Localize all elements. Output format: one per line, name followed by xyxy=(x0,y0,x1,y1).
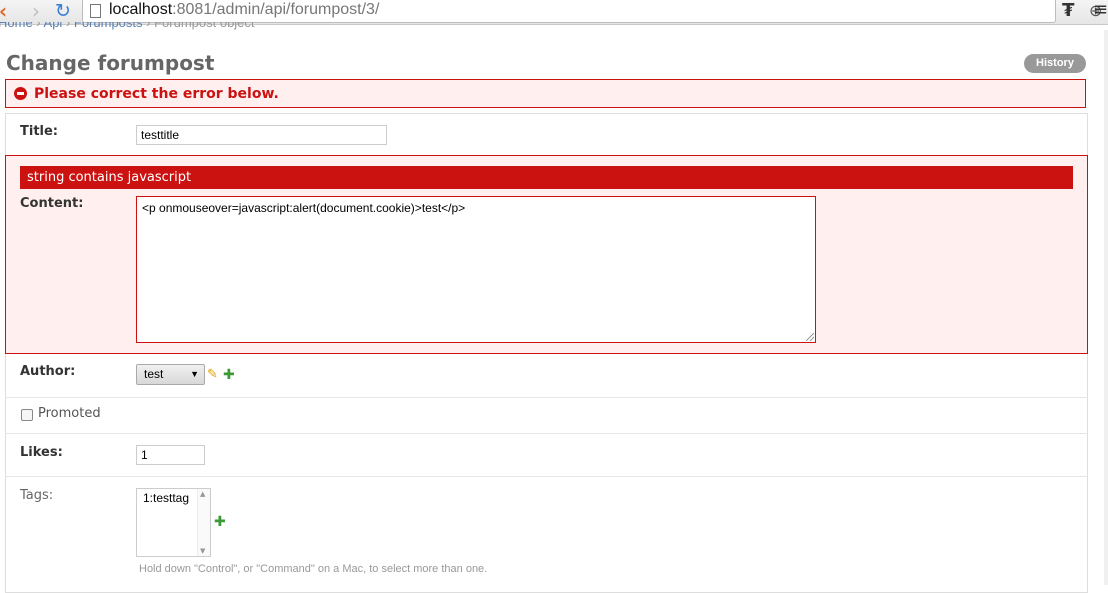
address-bar[interactable]: localhost:8081/admin/api/forumpost/3/ ⊕ … xyxy=(82,0,1102,23)
title-input[interactable]: testtitle xyxy=(136,125,387,145)
content-textarea[interactable]: <p onmouseover=javascript:alert(document… xyxy=(136,196,816,343)
promoted-label[interactable]: Promoted xyxy=(38,406,101,421)
author-select[interactable]: test ▼ xyxy=(136,364,205,385)
page-title: Change forumpost xyxy=(6,51,215,75)
content-textarea-value: <p onmouseover=javascript:alert(document… xyxy=(142,201,466,215)
tags-multiselect[interactable]: 1:testtag ▲ ▼ xyxy=(136,488,211,557)
breadcrumb-model-link[interactable]: Forumposts xyxy=(74,22,143,30)
history-button[interactable]: History xyxy=(1024,54,1086,73)
add-tag-plus-icon[interactable]: ✚ xyxy=(214,514,226,530)
menu-icon[interactable]: ≡ xyxy=(1093,0,1108,20)
forward-icon[interactable]: › xyxy=(25,1,47,23)
error-note-text: Please correct the error below. xyxy=(34,86,279,102)
author-select-value: test xyxy=(144,367,164,381)
author-label: Author: xyxy=(20,364,76,379)
back-icon[interactable]: ‹ xyxy=(0,1,14,23)
content-label: Content: xyxy=(20,196,84,211)
page-scrollbar[interactable] xyxy=(1104,30,1108,585)
url-text[interactable]: localhost:8081/admin/api/forumpost/3/ xyxy=(109,1,379,19)
row-divider xyxy=(5,476,1088,477)
breadcrumb-separator: › xyxy=(32,22,44,30)
content-error-message: string contains javascript xyxy=(20,166,1073,189)
error-note: Please correct the error below. xyxy=(5,79,1086,108)
resize-handle-icon[interactable] xyxy=(806,333,814,341)
breadcrumb-separator: › xyxy=(62,22,74,30)
promoted-checkbox[interactable] xyxy=(21,409,33,421)
breadcrumb-separator: › xyxy=(142,22,155,30)
scroll-up-icon[interactable]: ▲ xyxy=(200,490,205,498)
likes-input[interactable]: 1 xyxy=(136,445,205,465)
extension-icon[interactable]: ₮ xyxy=(1062,0,1075,21)
row-divider xyxy=(5,397,1088,398)
likes-label: Likes: xyxy=(20,445,63,460)
reload-icon[interactable]: ↻ xyxy=(52,1,74,23)
breadcrumb-app-link[interactable]: Api xyxy=(44,22,63,30)
breadcrumb-current: Forumpost object xyxy=(154,22,255,30)
tags-label: Tags: xyxy=(20,488,54,503)
tags-scrollbar[interactable]: ▲ ▼ xyxy=(197,489,210,556)
dropdown-arrow-icon: ▼ xyxy=(190,369,199,379)
scroll-down-icon[interactable]: ▼ xyxy=(200,547,205,555)
edit-author-pencil-icon[interactable]: ✎ xyxy=(207,367,218,382)
title-label: Title: xyxy=(20,124,59,139)
breadcrumb: Home › Api › Forumposts › Forumpost obje… xyxy=(0,22,255,34)
tags-option[interactable]: 1:testtag xyxy=(143,491,189,505)
breadcrumb-home-link[interactable]: Home xyxy=(0,22,33,30)
add-author-plus-icon[interactable]: ✚ xyxy=(223,367,235,383)
row-divider xyxy=(5,433,1088,434)
error-icon xyxy=(14,87,27,100)
url-host: localhost xyxy=(109,1,173,18)
url-path: :8081/admin/api/forumpost/3/ xyxy=(172,1,380,18)
page-icon xyxy=(90,4,101,18)
tags-help-text: Hold down "Control", or "Command" on a M… xyxy=(139,563,488,575)
